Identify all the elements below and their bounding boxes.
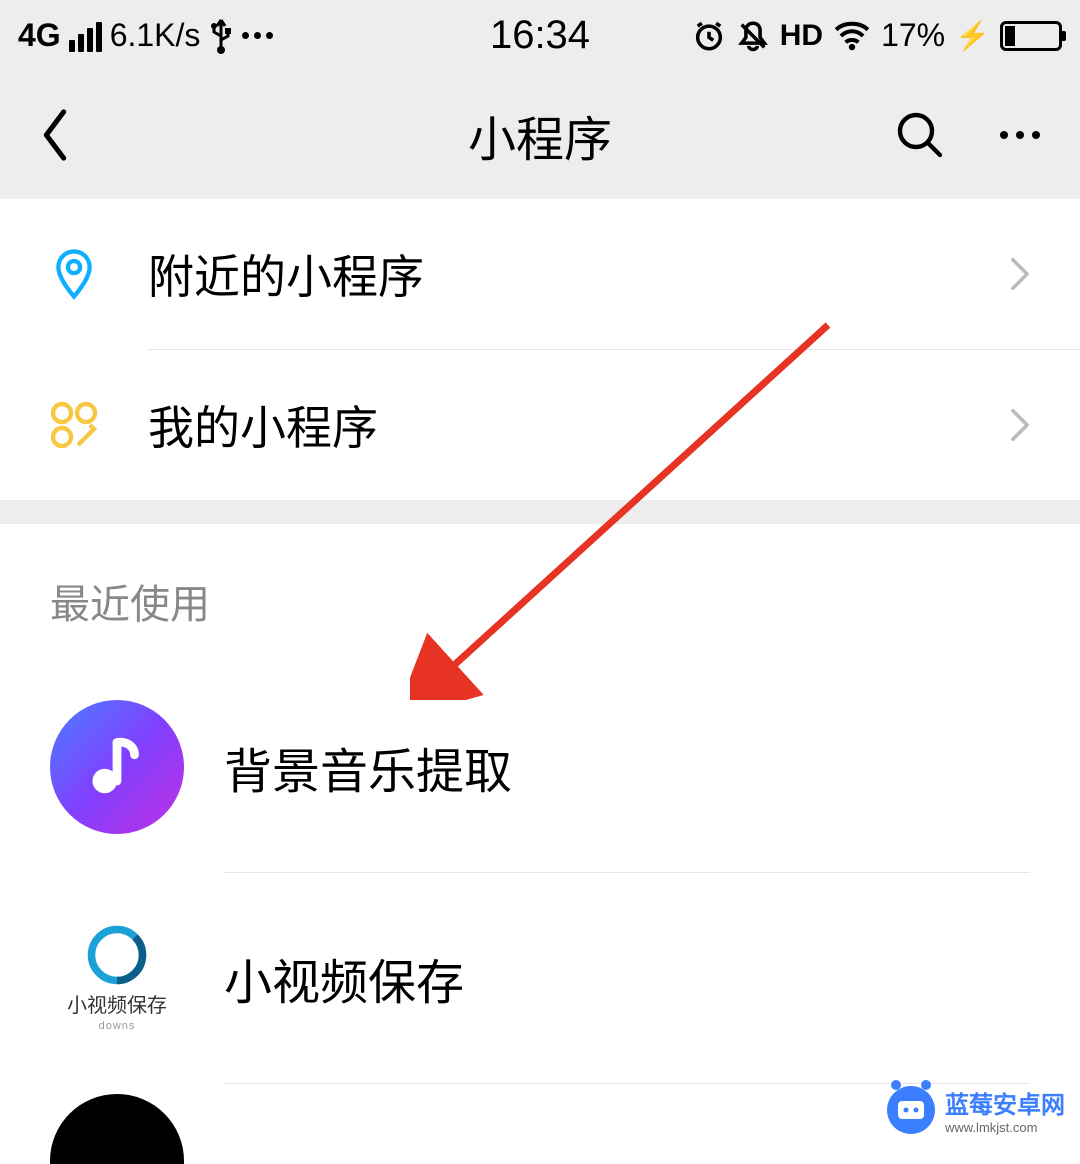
- status-right: HD 17% ⚡: [692, 17, 1062, 54]
- nearby-label: 附近的小程序: [148, 241, 1010, 307]
- section-gap: [0, 500, 1080, 524]
- search-button[interactable]: [896, 111, 944, 159]
- usb-icon: [208, 18, 234, 54]
- more-button[interactable]: [1000, 131, 1040, 139]
- icon-subtext: downs: [99, 1020, 136, 1032]
- watermark: 蓝莓安卓网 www.lmkjst.com: [887, 1085, 1065, 1135]
- nearby-miniprograms-item[interactable]: 附近的小程序: [0, 199, 1080, 349]
- grid-icon: [50, 401, 98, 449]
- location-icon: [50, 250, 98, 298]
- back-button[interactable]: [40, 109, 70, 161]
- icon-text: 小视频保存: [67, 989, 167, 1018]
- wifi-icon: [833, 20, 871, 52]
- recent-header: 最近使用: [0, 524, 1080, 662]
- my-label: 我的小程序: [148, 392, 1010, 458]
- watermark-title: 蓝莓安卓网: [945, 1085, 1065, 1120]
- chevron-right-icon: [1010, 256, 1030, 292]
- charging-icon: ⚡: [955, 19, 990, 52]
- recent-section: 最近使用 背景音乐提取 小视频保存 downs 小视频保存: [0, 524, 1080, 1164]
- chevron-right-icon: [1010, 407, 1030, 443]
- app-item-video-save[interactable]: 小视频保存 downs 小视频保存: [0, 873, 1080, 1083]
- network-type: 4G: [18, 17, 61, 54]
- battery-icon: [1000, 21, 1062, 51]
- mute-icon: [736, 19, 770, 53]
- signal-icon: [69, 20, 102, 52]
- nav-menu-section: 附近的小程序 我的小程序: [0, 199, 1080, 500]
- more-status-icon: [242, 32, 273, 39]
- watermark-url: www.lmkjst.com: [945, 1120, 1065, 1135]
- network-speed: 6.1K/s: [110, 17, 201, 54]
- app-item-music-extract[interactable]: 背景音乐提取: [0, 662, 1080, 872]
- battery-percent: 17%: [881, 17, 945, 54]
- alarm-icon: [692, 19, 726, 53]
- status-bar: 4G 6.1K/s 16:34 HD 17% ⚡: [0, 0, 1080, 71]
- app-label: 小视频保存: [224, 943, 464, 1013]
- app-label: 背景音乐提取: [224, 732, 512, 802]
- status-time: 16:34: [490, 13, 590, 58]
- video-save-icon: 小视频保存 downs: [50, 911, 184, 1045]
- page-title: 小程序: [468, 100, 612, 170]
- watermark-icon: [887, 1086, 935, 1134]
- hd-icon: HD: [780, 19, 823, 53]
- app-icon-black: [50, 1094, 184, 1164]
- my-miniprograms-item[interactable]: 我的小程序: [0, 350, 1080, 500]
- music-extract-icon: [50, 700, 184, 834]
- status-left: 4G 6.1K/s: [18, 17, 273, 54]
- nav-header: 小程序: [0, 71, 1080, 199]
